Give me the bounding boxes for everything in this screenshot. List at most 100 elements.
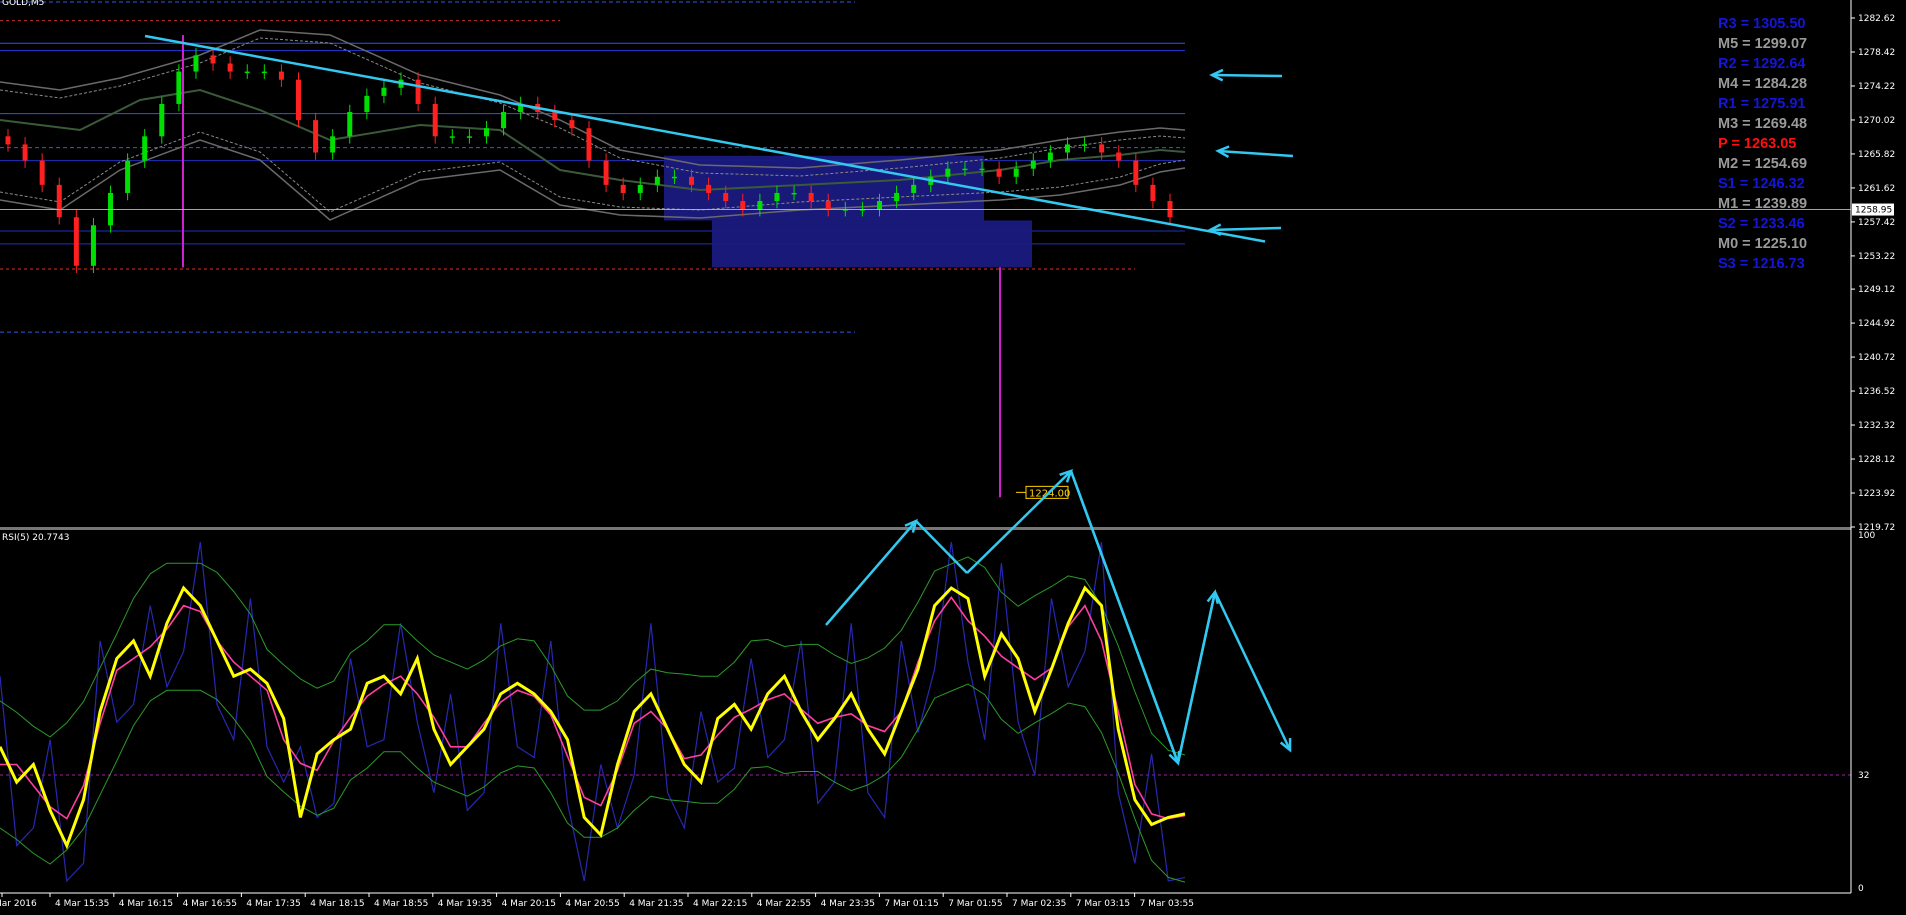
time-tick-label: 7 Mar 02:35 (1012, 899, 1066, 909)
candle-body (979, 168, 985, 171)
pivot-level-label: M1 = 1239.89 (1718, 196, 1808, 212)
time-tick-label: 7 Mar 03:55 (1140, 899, 1194, 909)
candle-body (791, 192, 797, 195)
candle-body (1150, 184, 1156, 202)
time-tick-label: 4 Mar 17:35 (246, 899, 300, 909)
rsi-indicator-label: RSI(5) 20.7743 (2, 533, 70, 543)
candle-body (671, 176, 677, 179)
candle-body (501, 112, 507, 129)
time-tick-label: 4 Mar 19:35 (438, 899, 492, 909)
candle-body (5, 136, 11, 145)
pivot-level-label: R1 = 1275.91 (1718, 96, 1806, 112)
price-tick-label: 1240.72 (1858, 353, 1895, 363)
pivot-level-label: M3 = 1269.48 (1718, 116, 1808, 132)
candle-body (261, 71, 267, 74)
candle-body (449, 136, 455, 138)
rsi-level-label: 32 (1858, 771, 1869, 781)
candle-body (159, 103, 165, 137)
price-tick-label: 1244.92 (1858, 319, 1895, 329)
candle-body (330, 136, 336, 153)
rsi-level-label: 0 (1858, 884, 1864, 894)
candle-body (637, 184, 643, 193)
candle-body (808, 192, 814, 202)
candle-body (723, 192, 729, 202)
candle-body (757, 201, 763, 210)
candle-body (193, 55, 199, 72)
candle-body (1030, 160, 1036, 169)
candle-body (176, 71, 182, 104)
candle-body (483, 128, 489, 137)
pivot-level-label: M5 = 1299.07 (1718, 36, 1808, 52)
price-tick-label: 1274.22 (1858, 82, 1895, 92)
candle-body (569, 120, 575, 129)
candle-body (945, 168, 951, 177)
pivot-level-label: S1 = 1246.32 (1718, 176, 1805, 192)
price-tick-label: 1278.42 (1858, 48, 1895, 58)
price-tick-label: 1253.22 (1858, 252, 1895, 262)
pivot-level-label: R2 = 1292.64 (1718, 56, 1806, 72)
candle-body (415, 79, 421, 104)
candle-body (911, 184, 917, 193)
time-tick-label: 4 Mar 20:55 (565, 899, 619, 909)
price-tick-label: 1257.42 (1858, 218, 1895, 228)
candle-body (1133, 160, 1139, 185)
pivot-level-label: R3 = 1305.50 (1718, 16, 1806, 32)
candle-body (825, 201, 831, 210)
candle-body (466, 136, 472, 138)
candle-body (296, 79, 301, 121)
candle-body (1167, 201, 1173, 218)
pivot-level-label: M2 = 1254.69 (1718, 156, 1808, 172)
candle-body (142, 136, 148, 161)
trading-chart[interactable]: 1224.00 1282.62 1278.42 1274.22 1270.02 1265… (0, 0, 1906, 915)
candle-body (877, 201, 882, 210)
time-tick-label: 4 Mar 16:15 (119, 899, 173, 909)
price-tick-label: 1261.62 (1858, 184, 1895, 194)
time-tick-label: 4 Mar 18:55 (374, 899, 428, 909)
time-tick-label: 7 Mar 03:15 (1076, 899, 1130, 909)
candle-body (56, 184, 62, 218)
pivot-level-label: S3 = 1216.73 (1718, 256, 1805, 272)
time-tick-label: 4 Mar 20:15 (502, 899, 556, 909)
pivot-level-label: M0 = 1225.10 (1718, 236, 1808, 252)
time-tick-label: 4 Mar 21:35 (629, 899, 683, 909)
price-tick-label: 1265.82 (1858, 150, 1895, 160)
time-tick-label: 4 Mar 15:35 (55, 899, 109, 909)
pivot-arrow (1211, 73, 1283, 78)
time-tick-label: 7 Mar 01:55 (948, 899, 1002, 909)
time-tick-label: 4 Mar 22:15 (693, 899, 747, 909)
candle-body (603, 160, 609, 185)
candle-body (313, 120, 319, 153)
candle-body (706, 184, 712, 193)
candle-body (1064, 144, 1070, 153)
candle-body (73, 217, 79, 266)
consolidation-box (712, 220, 1032, 268)
candle-body (1116, 152, 1122, 161)
time-tick-label: 4 Mar 18:15 (310, 899, 364, 909)
symbol-label: GOLD,M5 (2, 0, 45, 8)
candle-body (108, 192, 114, 226)
candle-body (90, 225, 96, 266)
candle-body (1047, 152, 1053, 161)
candle-body (894, 192, 900, 202)
pivot-level-label: S2 = 1233.46 (1718, 216, 1805, 232)
candle-body (432, 103, 438, 137)
current-price-label: 1258.95 (1855, 206, 1892, 216)
price-tick-label: 1232.32 (1858, 421, 1895, 431)
pivot-level-label: P = 1263.05 (1718, 136, 1797, 152)
candle-body (774, 192, 780, 202)
candle-body (278, 71, 284, 80)
price-tick-label: 1223.92 (1858, 489, 1895, 499)
target-price-label: 1224.00 (1029, 488, 1070, 499)
candle-body (364, 95, 370, 113)
candle-body (620, 184, 626, 193)
candle-body (689, 176, 695, 185)
price-tick-label: 1270.02 (1858, 116, 1895, 126)
candle-body (227, 63, 233, 72)
candle-body (1082, 144, 1088, 146)
candle-body (552, 112, 558, 121)
time-tick-label: 4 Mar 22:55 (757, 899, 811, 909)
candle-body (996, 168, 1002, 177)
pivot-level-label: M4 = 1284.28 (1718, 76, 1808, 92)
time-tick-label: 7 Mar 01:15 (884, 899, 938, 909)
price-tick-label: 1228.12 (1858, 455, 1895, 465)
